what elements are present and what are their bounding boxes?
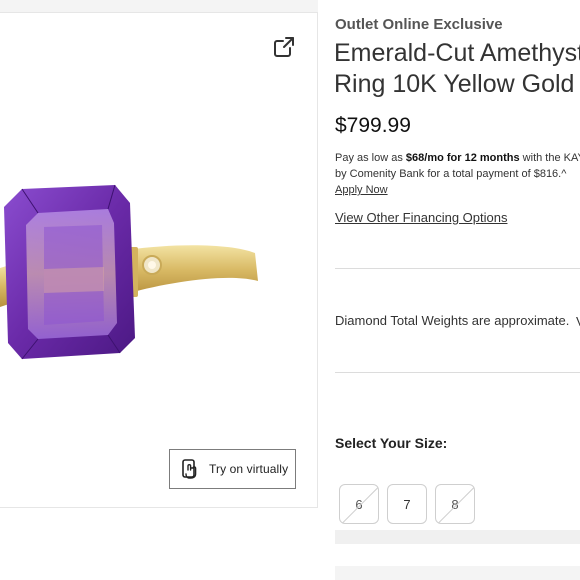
financing-text: Pay as low as $68/mo for 12 months with …	[335, 150, 580, 198]
product-title-line-1: Emerald-Cut Amethyst	[334, 39, 580, 67]
lower-left-panel	[0, 508, 318, 580]
chevron-down-icon[interactable]: V	[576, 314, 580, 329]
divider	[335, 372, 580, 373]
view-financing-options-link[interactable]: View Other Financing Options	[335, 210, 507, 225]
size-option-7[interactable]: 7	[387, 484, 427, 524]
share-icon[interactable]	[272, 35, 296, 59]
financing-prefix: Pay as low as	[335, 152, 406, 164]
apply-now-link[interactable]: Apply Now	[335, 184, 388, 196]
product-image[interactable]	[0, 173, 270, 373]
try-on-label: Try on virtually	[209, 462, 289, 476]
size-option-8[interactable]: 8	[435, 484, 475, 524]
section-divider	[335, 530, 580, 544]
product-info-panel: Outlet Online Exclusive Emerald-Cut Amet…	[318, 0, 580, 580]
product-image-panel: Try on virtually	[0, 12, 318, 508]
financing-monthly: $68/mo for 12 months	[405, 152, 520, 164]
size-option-6[interactable]: 6	[339, 484, 379, 524]
section-divider	[335, 566, 580, 580]
virtual-try-on-icon	[182, 459, 197, 479]
financing-mid2: by Comenity Bank for a total payment of …	[335, 168, 567, 180]
diamond-weight-note: Diamond Total Weights are approximate.	[335, 313, 570, 328]
try-on-virtually-button[interactable]: Try on virtually	[169, 449, 296, 489]
product-title-line-2: Ring 10K Yellow Gold	[334, 70, 575, 98]
exclusive-label: Outlet Online Exclusive	[335, 16, 503, 33]
financing-mid1: with the KAY	[519, 152, 580, 164]
divider	[335, 268, 580, 269]
product-price: $799.99	[335, 114, 411, 137]
size-selector-label: Select Your Size:	[335, 435, 448, 451]
product-title: Emerald-Cut Amethyst Ring 10K Yellow Gol…	[334, 38, 580, 100]
